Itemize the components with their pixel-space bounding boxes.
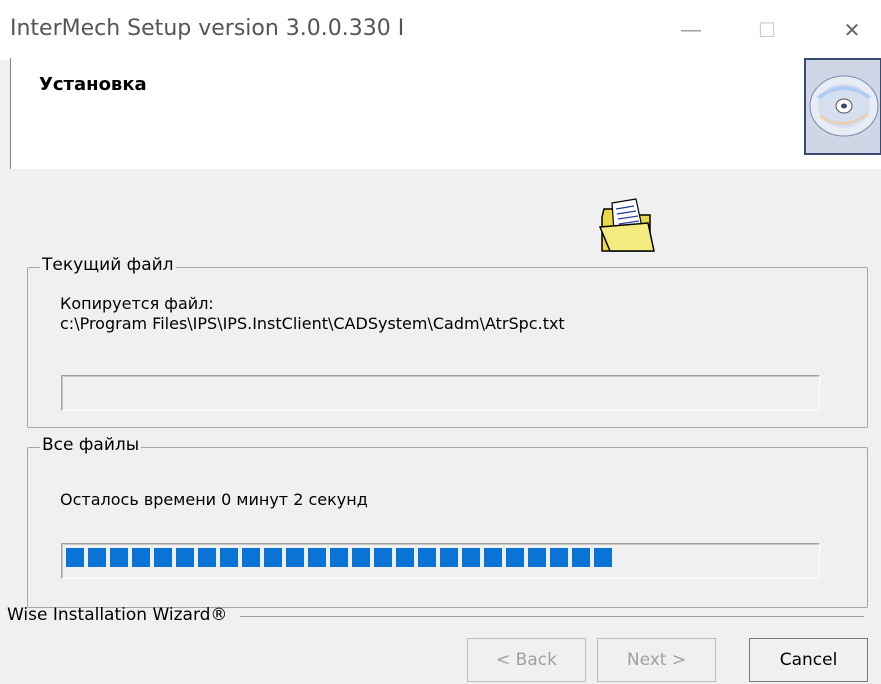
window-title: InterMech Setup version 3.0.0.330 I [10,16,405,41]
progress-block [594,548,612,567]
title-bar: InterMech Setup version 3.0.0.330 I — ☐ … [0,0,881,60]
progress-block [198,548,216,567]
cancel-button[interactable]: Cancel [749,638,868,682]
progress-block [110,548,128,567]
current-file-legend: Текущий файл [40,255,176,275]
maximize-icon: ☐ [758,19,776,42]
progress-block [308,548,326,567]
progress-block [352,548,370,567]
all-files-progress-bar [61,543,820,579]
page-title: Установка [39,74,147,95]
progress-block [418,548,436,567]
progress-block [396,548,414,567]
progress-block [220,548,238,567]
progress-block [484,548,502,567]
cd-disc-icon [804,58,881,155]
copying-status-label: Копируется файл: [60,294,214,313]
minimize-icon: — [681,18,701,41]
progress-block [154,548,172,567]
header-panel: Установка [10,58,881,169]
progress-block [330,548,348,567]
progress-block [242,548,260,567]
minimize-button[interactable]: — [662,0,720,60]
progress-block [66,548,84,567]
progress-block [374,548,392,567]
back-button[interactable]: < Back [467,638,586,682]
current-file-progress-bar [61,375,820,411]
open-folder-icon [598,198,655,252]
progress-block [462,548,480,567]
progress-block [506,548,524,567]
progress-block [440,548,458,567]
progress-fill [66,548,612,567]
maximize-button: ☐ [738,0,796,60]
progress-block [264,548,282,567]
close-icon: ✕ [843,19,861,42]
progress-block [286,548,304,567]
progress-block [528,548,546,567]
progress-block [176,548,194,567]
time-remaining-label: Осталось времени 0 минут 2 секунд [60,490,368,509]
progress-block [550,548,568,567]
progress-block [132,548,150,567]
wise-brand-label: Wise Installation Wizard® [7,605,228,625]
close-button[interactable]: ✕ [823,0,881,60]
all-files-group: Все файлы Осталось времени 0 минут 2 сек… [27,435,868,608]
footer-divider [240,616,864,617]
progress-block [572,548,590,567]
all-files-legend: Все файлы [40,435,142,455]
current-file-path: c:\Program Files\IPS\IPS.InstClient\CADS… [60,314,565,333]
current-file-group: Текущий файл Копируется файл: c:\Program… [27,255,868,428]
next-button[interactable]: Next > [597,638,716,682]
progress-block [88,548,106,567]
